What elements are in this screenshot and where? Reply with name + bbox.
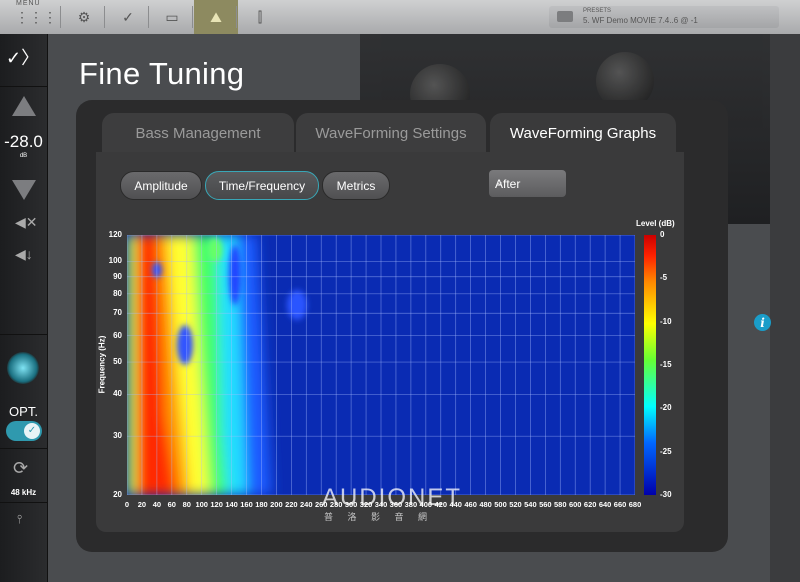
- x-tick-label: 500: [494, 500, 507, 509]
- volume-level-icon[interactable]: ◀↓: [15, 246, 33, 263]
- preset-name: 5. WF Demo MOVIE 7.4..6 @ -1: [583, 16, 698, 25]
- x-tick-label: 540: [524, 500, 537, 509]
- y-tick-label: 80: [113, 288, 122, 298]
- energy-field: [127, 235, 272, 495]
- x-tick-label: 20: [137, 500, 147, 509]
- checkmark-icon: ✓: [122, 8, 134, 25]
- y-tick-label: 50: [113, 357, 122, 367]
- x-tick-label: 680: [628, 500, 642, 509]
- logo-icon[interactable]: ✓〉: [6, 44, 40, 72]
- waveform-icon: ⛰: [210, 8, 222, 25]
- colorbar-tick-label: -20: [660, 403, 672, 413]
- x-tick-label: 660: [613, 500, 627, 509]
- y-axis-title: Frequency (Hz): [97, 335, 107, 394]
- tools-button[interactable]: ⫿: [238, 0, 282, 34]
- preset-selector[interactable]: PRESETS 5. WF Demo MOVIE 7.4..6 @ -1: [549, 6, 779, 28]
- amplitude-button[interactable]: Amplitude: [120, 171, 202, 200]
- y-tick-label: 20: [113, 490, 122, 499]
- fine-tuning-button[interactable]: ⛰: [194, 0, 238, 34]
- calibration-button[interactable]: ✓: [106, 0, 150, 34]
- x-tick-label: 60: [167, 500, 176, 509]
- x-tick-label: 80: [182, 500, 191, 509]
- x-tick-label: 640: [598, 500, 612, 509]
- y-tick-label: 70: [113, 308, 122, 318]
- colorbar: [644, 235, 656, 495]
- y-tick-label: 60: [113, 330, 122, 340]
- volume-unit: dB: [19, 153, 28, 159]
- x-tick-label: 560: [539, 500, 552, 509]
- x-tick-label: 200: [270, 500, 283, 509]
- y-tick-label: 30: [113, 431, 122, 441]
- time-frequency-button[interactable]: Time/Frequency: [205, 171, 319, 200]
- tab-waveforming-graphs[interactable]: WaveForming Graphs: [490, 113, 676, 153]
- before-after-select[interactable]: After ⌄: [489, 170, 566, 197]
- volume-value: -28.0: [4, 132, 43, 151]
- folder-icon: [557, 11, 573, 22]
- settings-button[interactable]: ⚙: [62, 0, 106, 34]
- watermark-subtext: 普 洛 影 音 網: [324, 512, 434, 522]
- info-icon[interactable]: i: [754, 314, 771, 331]
- x-tick-label: 140: [225, 500, 238, 509]
- x-tick-label: 620: [583, 500, 597, 509]
- left-sidebar: ✓〉 -28.0 dB ◀✕ ◀↓ OPT. ✓ ⟳ 48 kHz ⫯: [0, 34, 48, 582]
- top-toolbar: MENU ⋮⋮⋮ ⚙ ✓ ▭ ⛰ ⫿ PRESETS 5. WF Demo MOVIE 7…: [0, 0, 800, 34]
- colorbar-tick-label: -10: [660, 316, 672, 326]
- colorbar-tick-label: 0: [660, 230, 665, 239]
- mute-icon[interactable]: ◀✕: [15, 214, 38, 231]
- preset-heading: PRESETS: [583, 8, 612, 14]
- x-tick-label: 460: [464, 500, 477, 509]
- sample-rate: 48 kHz: [10, 488, 37, 497]
- x-tick-label: 120: [210, 500, 223, 509]
- gear-icon: ⚙: [77, 8, 91, 25]
- toolbar-separator: [60, 6, 61, 28]
- tab-bass-management[interactable]: Bass Management: [102, 113, 294, 153]
- time-frequency-heatmap: [127, 235, 635, 495]
- x-tick-label: 520: [509, 500, 522, 509]
- heatmap-svg: [127, 235, 635, 495]
- volume-up-icon[interactable]: [12, 96, 36, 116]
- x-tick-label: 100: [195, 500, 208, 509]
- x-tick-label: 580: [554, 500, 567, 509]
- watermark-text: AUDIONET: [322, 484, 463, 511]
- x-tick-label: 240: [300, 500, 313, 509]
- x-tick-label: 220: [285, 500, 298, 509]
- display-button[interactable]: ▭: [150, 0, 194, 34]
- y-tick-label: 90: [113, 271, 122, 281]
- signal-icon: ⫯: [17, 512, 23, 526]
- x-tick-label: 600: [568, 500, 582, 509]
- toolbar-separator: [148, 6, 149, 28]
- metrics-button[interactable]: Metrics: [322, 171, 390, 200]
- tab-waveforming-settings[interactable]: WaveForming Settings: [296, 113, 486, 153]
- right-margin: [770, 34, 800, 582]
- x-tick-label: 0: [124, 500, 130, 509]
- volume-down-icon[interactable]: [12, 180, 36, 200]
- colorbar-tick-label: -30: [660, 490, 672, 499]
- sync-icon: ⟳: [13, 458, 29, 478]
- x-tick-label: 480: [479, 500, 492, 509]
- page-title: Fine Tuning: [79, 56, 245, 91]
- toolbar-separator: [192, 6, 193, 28]
- colorbar-tick-label: -15: [660, 360, 672, 369]
- input-toggle[interactable]: ✓: [6, 421, 42, 441]
- display-icon: ▭: [165, 8, 179, 25]
- colorbar-tick-label: -5: [660, 273, 668, 283]
- y-tick-label: 100: [108, 256, 122, 266]
- x-tick-label: 160: [240, 500, 253, 509]
- input-source-icon[interactable]: [7, 352, 39, 384]
- toolbar-separator: [104, 6, 105, 28]
- checkmark-icon: ✓: [24, 423, 40, 439]
- y-tick-label: 40: [113, 389, 122, 399]
- cable-icon: ⫿: [257, 8, 263, 25]
- y-tick-label: 120: [108, 230, 122, 239]
- chevron-down-icon: ⌄: [495, 176, 505, 188]
- x-tick-label: 40: [152, 500, 162, 509]
- colorbar-title: Level (dB): [636, 219, 675, 228]
- menu-button[interactable]: ⋮⋮⋮: [14, 0, 58, 34]
- input-label: OPT.: [9, 404, 38, 419]
- grid-icon: ⋮⋮⋮: [15, 8, 57, 25]
- toolbar-separator: [236, 6, 237, 28]
- colorbar-tick-label: -25: [660, 446, 672, 456]
- x-tick-label: 180: [255, 500, 268, 509]
